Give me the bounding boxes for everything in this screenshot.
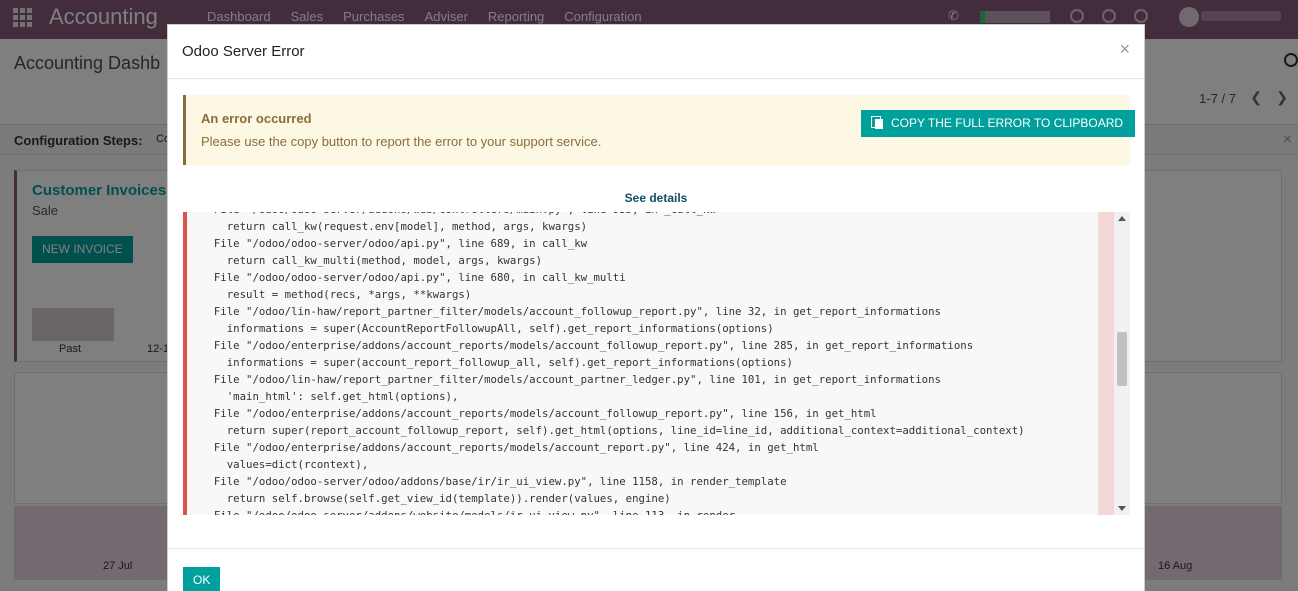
traceback-panel[interactable]: File "/odoo/odoo-server/addons/web/contr… (183, 212, 1114, 515)
copy-error-button[interactable]: COPY THE FULL ERROR TO CLIPBOARD (861, 110, 1136, 137)
scroll-down-icon[interactable] (1118, 506, 1126, 511)
server-error-dialog: Odoo Server Error × An error occurred Pl… (167, 24, 1145, 591)
dialog-title: Odoo Server Error (182, 43, 305, 60)
close-icon[interactable]: × (1119, 39, 1130, 60)
clipboard-icon (871, 116, 883, 129)
dialog-footer: OK (168, 548, 1144, 591)
traceback-text: File "/odoo/odoo-server/addons/web/contr… (213, 212, 1025, 515)
alert-title: An error occurred (201, 111, 312, 126)
scroll-up-icon[interactable] (1118, 216, 1126, 221)
dialog-header: Odoo Server Error × (168, 25, 1144, 79)
traceback-scrollbar[interactable] (1114, 212, 1130, 515)
ok-button[interactable]: OK (183, 567, 221, 591)
scroll-thumb[interactable] (1117, 332, 1127, 386)
alert-message: Please use the copy button to report the… (201, 134, 602, 149)
error-alert: An error occurred Please use the copy bu… (183, 95, 1136, 165)
see-details-link[interactable]: See details (168, 191, 1144, 205)
copy-error-label: COPY THE FULL ERROR TO CLIPBOARD (891, 116, 1124, 130)
